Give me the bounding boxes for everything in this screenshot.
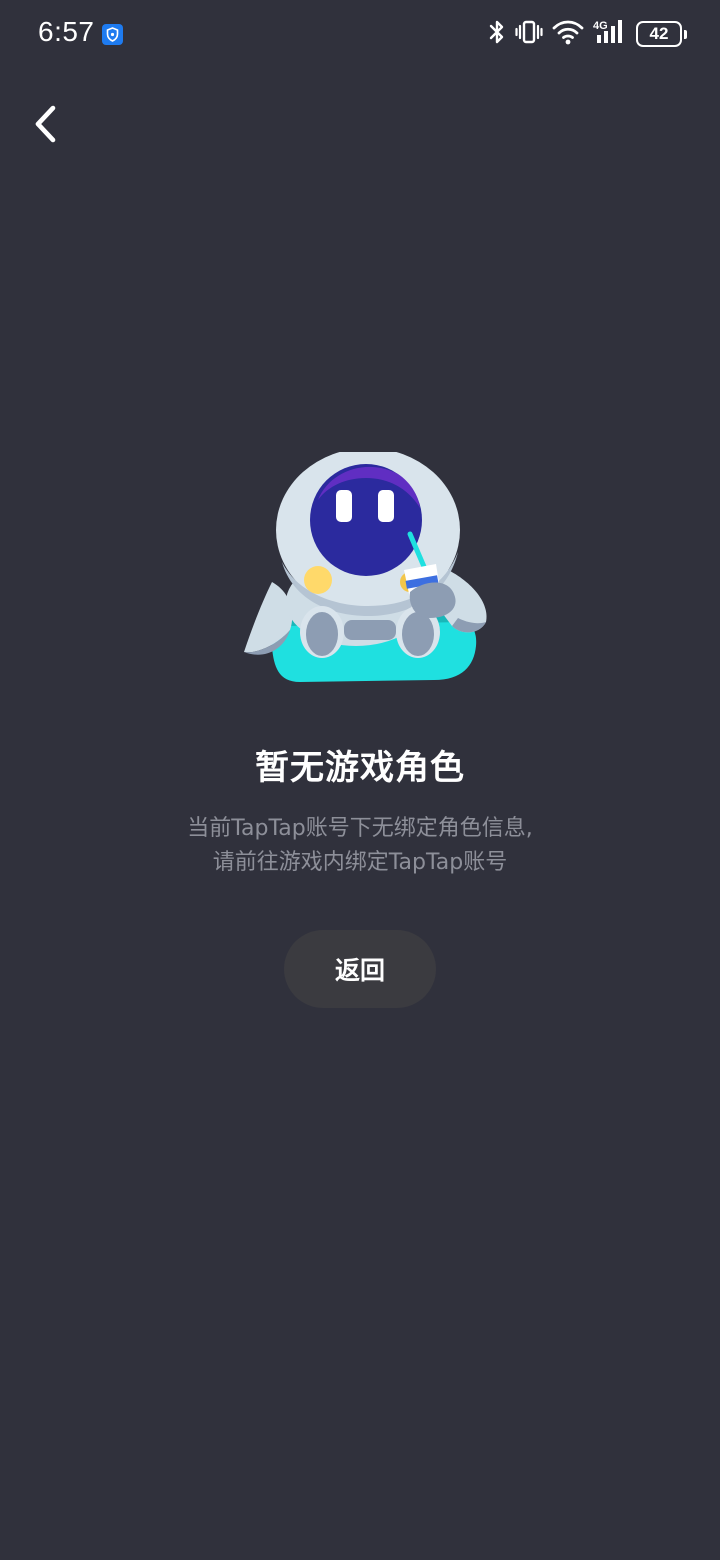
svg-text:4G: 4G <box>593 20 608 32</box>
status-icons: 4G 42 <box>488 18 687 50</box>
status-time: 6:57 <box>38 16 95 47</box>
vibrate-icon <box>515 18 543 50</box>
battery-level: 42 <box>649 24 669 43</box>
status-bar: 6:57 4G 42 <box>0 0 720 70</box>
back-button[interactable] <box>22 100 70 148</box>
battery-icon: 42 <box>636 21 687 47</box>
empty-state-title: 暂无游戏角色 <box>255 748 465 788</box>
robot-mascot-illustration <box>238 448 494 688</box>
shield-icon <box>102 24 123 45</box>
empty-state-description: 当前TapTap账号下无绑定角色信息, 请前往游戏内绑定TapTap账号 <box>0 812 720 880</box>
wifi-icon <box>552 18 584 50</box>
chevron-left-icon <box>35 105 56 143</box>
screen: 6:57 4G 42 暂无游戏角色 当前TapTap账号下无绑定角色信息, 请前… <box>0 0 720 1560</box>
signal-4g-icon: 4G <box>593 18 627 50</box>
empty-state-description-line1: 当前TapTap账号下无绑定角色信息, <box>187 816 533 841</box>
return-button[interactable]: 返回 <box>284 930 436 1008</box>
bluetooth-icon <box>488 18 506 50</box>
empty-state-description-line2: 请前往游戏内绑定TapTap账号 <box>212 850 508 875</box>
